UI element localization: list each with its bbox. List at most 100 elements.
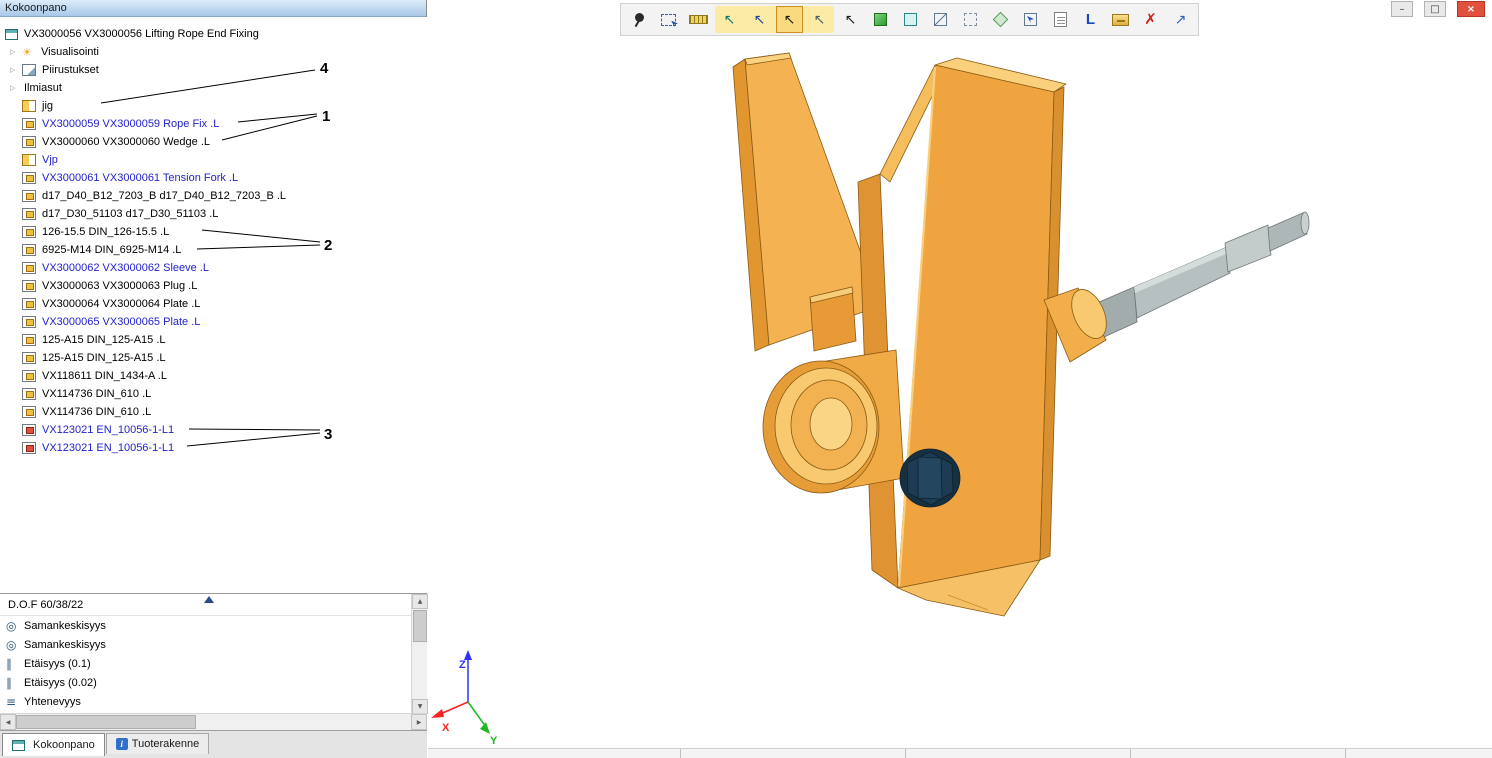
tree-item-part[interactable]: 125-A15 DIN_125-A15 .L: [0, 331, 427, 349]
part-icon: [22, 190, 36, 202]
minimize-button[interactable]: –: [1391, 1, 1413, 17]
snap-point-cursor-icon[interactable]: ↖: [806, 6, 833, 33]
distance-icon: ∥: [6, 657, 22, 671]
horizontal-scrollbar[interactable]: ◀ ▶: [0, 713, 427, 730]
tree-item-part[interactable]: VX3000065 VX3000065 Plate .L: [0, 313, 427, 331]
coincidence-icon: ≡: [6, 695, 22, 709]
part-icon: [22, 280, 36, 292]
select-area-icon[interactable]: [655, 6, 682, 33]
part-icon: [22, 406, 36, 418]
scroll-up-icon[interactable]: ▲: [412, 594, 428, 609]
vertical-scrollbar[interactable]: ▲ ▼: [411, 594, 427, 714]
snap-mode-group: ↖ ↖ ↖ ↖: [715, 6, 834, 33]
tree-item-part[interactable]: VX3000064 VX3000064 Plate .L: [0, 295, 427, 313]
tree-item-part[interactable]: VX123021 EN_10056-1-L1: [0, 439, 427, 457]
status-divider: [680, 749, 681, 758]
pick-element-cursor-icon[interactable]: ↖: [837, 6, 864, 33]
scroll-left-icon[interactable]: ◀: [0, 714, 16, 730]
part-icon: [22, 208, 36, 220]
wireframe-view-icon[interactable]: [927, 6, 954, 33]
tree-item-part[interactable]: 126-15.5 DIN_126-15.5 .L: [0, 223, 427, 241]
tree-item-ilmiasut[interactable]: ▷ Ilmiasut: [0, 79, 427, 97]
snap-edge-cursor-icon[interactable]: ↖: [746, 6, 773, 33]
iso-view-icon[interactable]: [987, 6, 1014, 33]
tab-kokoonpano[interactable]: Kokoonpano: [2, 733, 105, 756]
delete-icon[interactable]: ✗: [1137, 6, 1164, 33]
splitter-arrow-icon[interactable]: [204, 596, 214, 603]
archive-drawer-icon[interactable]: [1107, 6, 1134, 33]
tree-item-piirustukset[interactable]: ▷ Piirustukset: [0, 61, 427, 79]
model-drum-hub: [810, 398, 852, 450]
scroll-right-icon[interactable]: ▶: [411, 714, 427, 730]
info-icon: i: [116, 738, 128, 750]
pin-icon[interactable]: [625, 6, 652, 33]
snap-face-cursor-icon[interactable]: ↖: [776, 6, 803, 33]
tree-item-part[interactable]: VX3000059 VX3000059 Rope Fix .L: [0, 115, 427, 133]
status-divider: [1130, 749, 1131, 758]
part-icon: [22, 262, 36, 274]
tree-item-part[interactable]: VX114736 DIN_610 .L: [0, 403, 427, 421]
profile-library-icon[interactable]: L: [1077, 6, 1104, 33]
profile-part-icon: [22, 424, 36, 436]
tree-item-label: VX3000062 VX3000062 Sleeve .L: [42, 262, 209, 274]
tree-item-label: VX123021 EN_10056-1-L1: [42, 442, 174, 454]
constraint-item[interactable]: ∥ Etäisyys (0.02): [0, 673, 427, 692]
tree-item-label: 125-A15 DIN_125-A15 .L: [42, 334, 166, 346]
shaded-view-icon[interactable]: [897, 6, 924, 33]
tree-item-part[interactable]: 6925-M14 DIN_6925-M14 .L: [0, 241, 427, 259]
measure-ruler-icon[interactable]: [685, 6, 712, 33]
model-bolt-facet: [918, 457, 942, 499]
tree-item-label: d17_D30_51103 d17_D30_51103 .L: [42, 208, 218, 220]
constraint-item[interactable]: ∥ Etäisyys (0.1): [0, 654, 427, 673]
window-controls: – □ ×: [1391, 1, 1485, 17]
tree-item-part[interactable]: VX118611 DIN_1434-A .L: [0, 367, 427, 385]
tree-item-part[interactable]: VX3000063 VX3000063 Plug .L: [0, 277, 427, 295]
zoom-box-icon[interactable]: [1017, 6, 1044, 33]
tree-item-part[interactable]: 125-A15 DIN_125-A15 .L: [0, 349, 427, 367]
tree-item-part[interactable]: VX3000062 VX3000062 Sleeve .L: [0, 259, 427, 277]
tree-item-jig[interactable]: jig: [0, 97, 427, 115]
distance-icon: ∥: [6, 676, 22, 690]
constraint-label: Samankeskisyys: [24, 620, 106, 632]
constraint-item[interactable]: ≡ Yhtenevyys: [0, 692, 427, 711]
tree-item-part[interactable]: VX114736 DIN_610 .L: [0, 385, 427, 403]
constraint-item[interactable]: ◎ Samankeskisyys: [0, 616, 427, 635]
feature-list-icon[interactable]: [1047, 6, 1074, 33]
hidden-line-view-icon[interactable]: [957, 6, 984, 33]
tree-root-item[interactable]: VX3000056 VX3000056 Lifting Rope End Fix…: [0, 25, 427, 43]
part-icon: [22, 388, 36, 400]
tree-item-label: VX3000061 VX3000061 Tension Fork .L: [42, 172, 238, 184]
x-axis-label: X: [442, 722, 450, 734]
expand-arrow-icon[interactable]: ▷: [10, 66, 22, 74]
tree-item-part[interactable]: d17_D40_B12_7203_B d17_D40_B12_7203_B .L: [0, 187, 427, 205]
scrollbar-thumb[interactable]: [413, 610, 427, 642]
tab-tuoterakenne[interactable]: i Tuoterakenne: [106, 733, 209, 754]
tree-item-label: 126-15.5 DIN_126-15.5 .L: [42, 226, 169, 238]
expand-arrow-icon[interactable]: ▷: [10, 48, 22, 56]
tree-item-part[interactable]: VX3000061 VX3000061 Tension Fork .L: [0, 169, 427, 187]
application-window: Kokoonpano VX3000056 VX3000056 Lifting R…: [0, 0, 1492, 758]
constraint-item[interactable]: ◎ Samankeskisyys: [0, 635, 427, 654]
3d-viewport[interactable]: Z X Y ↖ ↖ ↖ ↖ ↖: [428, 0, 1492, 758]
tree-item-part[interactable]: VX3000060 VX3000060 Wedge .L: [0, 133, 427, 151]
tree-item-label: Vjp: [42, 154, 58, 166]
3d-model-canvas: Z X Y: [428, 0, 1492, 758]
link-export-icon[interactable]: ↗: [1167, 6, 1194, 33]
tree-item-part[interactable]: VX123021 EN_10056-1-L1: [0, 421, 427, 439]
maximize-button[interactable]: □: [1424, 1, 1446, 17]
status-divider: [905, 749, 906, 758]
tree-item-label: VX118611 DIN_1434-A .L: [42, 370, 167, 382]
tree-item-label: VX114736 DIN_610 .L: [42, 406, 151, 418]
tree-item-vjp[interactable]: Vjp: [0, 151, 427, 169]
expand-arrow-icon[interactable]: ▷: [10, 84, 22, 92]
scrollbar-thumb[interactable]: [16, 715, 196, 729]
close-button[interactable]: ×: [1457, 1, 1485, 17]
snap-grid-cursor-icon[interactable]: ↖: [716, 6, 743, 33]
tree-item-part[interactable]: d17_D30_51103 d17_D30_51103 .L: [0, 205, 427, 223]
x-axis-arrow: [431, 709, 444, 718]
scroll-down-icon[interactable]: ▼: [412, 699, 428, 714]
solid-model-icon[interactable]: [867, 6, 894, 33]
tree-item-visualisointi[interactable]: ▷ ☀ Visualisointi: [0, 43, 427, 61]
y-axis-arrow: [480, 722, 490, 734]
3d-model[interactable]: [733, 53, 1309, 616]
